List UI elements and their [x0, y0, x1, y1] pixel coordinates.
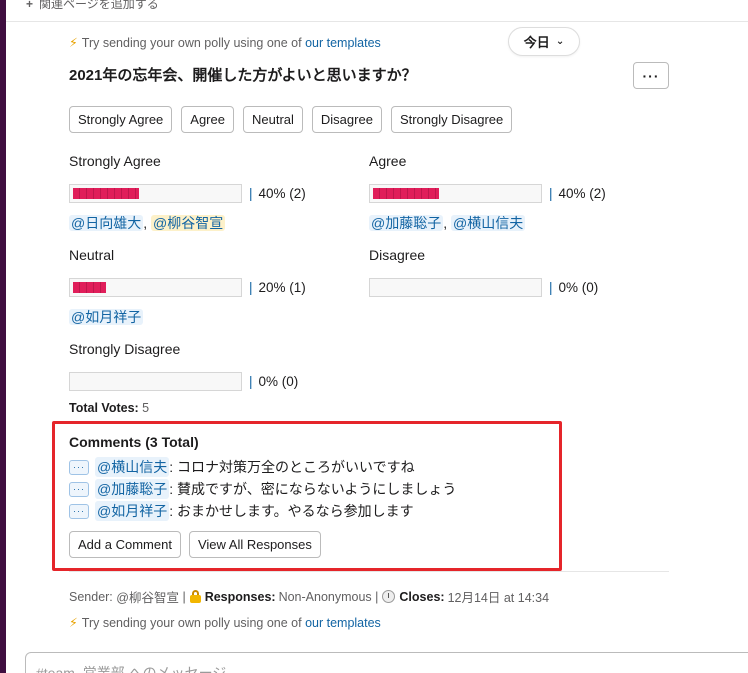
- add-related-link[interactable]: + 関連ページを追加する: [26, 0, 159, 12]
- choice-agree-button[interactable]: Agree: [181, 106, 234, 133]
- lock-icon: [189, 590, 201, 603]
- comment-item: ··· @如月祥子: おまかせします。やるなら参加します: [69, 501, 414, 521]
- closes-value: 12月14日 at 14:34: [447, 591, 550, 605]
- comment-user-mention[interactable]: @加藤聡子: [95, 479, 170, 499]
- result-value: | 0% (0): [549, 280, 599, 295]
- polly-tip-top: ⚡ Try sending your own polly using one of…: [69, 35, 381, 50]
- result-value: | 40% (2): [549, 186, 606, 201]
- comment-user-mention[interactable]: @横山信夫: [95, 457, 170, 477]
- result-voters: @如月祥子: [69, 307, 359, 327]
- choice-strongly-disagree-button[interactable]: Strongly Disagree: [390, 106, 513, 133]
- result-bar-fill: [373, 188, 439, 199]
- tip-text: Try sending your own polly using one of: [81, 616, 302, 630]
- responses-label: Responses:: [204, 589, 276, 604]
- closes-label: Closes:: [399, 589, 445, 604]
- result-bar: [69, 372, 242, 391]
- comments-section: Comments (3 Total) ··· @横山信夫: コロナ対策万全のとこ…: [52, 421, 562, 571]
- workspace-sidebar-edge: [0, 0, 6, 673]
- comment-text: : コロナ対策万全のところがいいですね: [169, 459, 415, 475]
- voter-mention[interactable]: @如月祥子: [69, 309, 144, 325]
- comments-title: Comments (3 Total): [69, 434, 199, 450]
- result-bar: [369, 184, 542, 203]
- ellipsis-icon: ···: [642, 67, 660, 84]
- result-voters: @加藤聡子, @横山信夫: [369, 215, 526, 231]
- chevron-down-icon: ⌄: [555, 36, 565, 47]
- comment-text: : おまかせします。やるなら参加します: [169, 503, 414, 519]
- tip-text: Try sending your own polly using one of: [81, 36, 302, 50]
- poll-title: 2021年の忘年会、開催した方がよいと思いますか？: [69, 67, 417, 84]
- comment-item: ··· @加藤聡子: 賛成ですが、密にならないようにしましょう: [69, 479, 456, 499]
- result-label: Strongly Disagree: [69, 341, 181, 357]
- sender-value: @柳谷智宣: [116, 591, 179, 605]
- message-composer-input[interactable]: #team_営業部 へのメッセージ: [25, 652, 748, 673]
- result-bar-fill: [73, 282, 106, 293]
- comment-text: : 賛成ですが、密にならないようにしましょう: [169, 481, 457, 497]
- result-label: Neutral: [69, 247, 115, 263]
- top-strip: + 関連ページを追加する: [6, 0, 748, 22]
- templates-link[interactable]: our templates: [305, 616, 381, 630]
- total-votes: Total Votes: 5: [69, 401, 150, 415]
- templates-link[interactable]: our templates: [305, 36, 381, 50]
- result-disagree: Disagree | 0% (0): [369, 247, 659, 297]
- date-divider-pill[interactable]: 今日 ⌄: [508, 27, 580, 56]
- result-label: Agree: [369, 153, 407, 169]
- result-strongly-disagree: Strongly Disagree | 0% (0): [69, 341, 359, 391]
- choice-disagree-button[interactable]: Disagree: [311, 106, 382, 133]
- result-label: Strongly Agree: [69, 153, 161, 169]
- result-bar-fill: [73, 188, 139, 199]
- add-comment-button[interactable]: Add a Comment: [69, 531, 181, 558]
- result-value: | 40% (2): [249, 186, 306, 201]
- lightning-icon: ⚡: [69, 36, 78, 50]
- result-value: | 20% (1): [249, 280, 306, 295]
- comment-item: ··· @横山信夫: コロナ対策万全のところがいいですね: [69, 457, 415, 477]
- result-value: | 0% (0): [249, 374, 299, 389]
- view-all-responses-button[interactable]: View All Responses: [188, 531, 321, 558]
- result-bar: [69, 184, 242, 203]
- result-neutral: Neutral | 20% (1) @如月祥子: [69, 247, 359, 327]
- choice-strongly-agree-button[interactable]: Strongly Agree: [69, 106, 173, 133]
- result-agree: Agree | 40% (2) @加藤聡子, @横山信夫: [369, 153, 659, 233]
- comment-user-mention[interactable]: @如月祥子: [95, 501, 170, 521]
- plus-icon: +: [26, 0, 34, 11]
- voter-mention[interactable]: @加藤聡子: [369, 215, 444, 231]
- result-bar: [369, 278, 542, 297]
- speech-bubble-icon: ···: [69, 459, 89, 475]
- speech-bubble-icon: ···: [69, 503, 89, 519]
- more-actions-button[interactable]: ···: [633, 62, 669, 89]
- polly-tip-bottom: ⚡ Try sending your own polly using one of…: [69, 615, 381, 630]
- speech-bubble-icon: ···: [69, 481, 89, 497]
- date-label: 今日: [523, 35, 550, 50]
- choice-neutral-button[interactable]: Neutral: [242, 106, 303, 133]
- result-voters: @日向雄大, @柳谷智宣: [69, 215, 226, 231]
- result-label: Disagree: [369, 247, 426, 263]
- responses-value: Non-Anonymous: [278, 589, 372, 604]
- add-related-label: 関連ページを追加する: [39, 0, 159, 11]
- poll-footer-meta: Sender: @柳谷智宣 | Responses: Non-Anonymous …: [69, 587, 549, 606]
- divider: [69, 571, 669, 572]
- lightning-icon: ⚡: [69, 616, 78, 630]
- voter-mention[interactable]: @日向雄大: [69, 215, 144, 231]
- voter-mention[interactable]: @横山信夫: [451, 215, 526, 231]
- comment-actions: Add a Comment View All Responses: [69, 531, 321, 558]
- voter-mention[interactable]: @柳谷智宣: [151, 215, 226, 231]
- result-bar: [69, 278, 242, 297]
- clock-icon: [382, 590, 396, 603]
- result-strongly-agree: Strongly Agree | 40% (2) @日向雄大, @柳谷智宣: [69, 153, 359, 233]
- sender-label: Sender:: [69, 589, 113, 604]
- poll-choice-buttons: Strongly Agree Agree Neutral Disagree St…: [69, 106, 513, 133]
